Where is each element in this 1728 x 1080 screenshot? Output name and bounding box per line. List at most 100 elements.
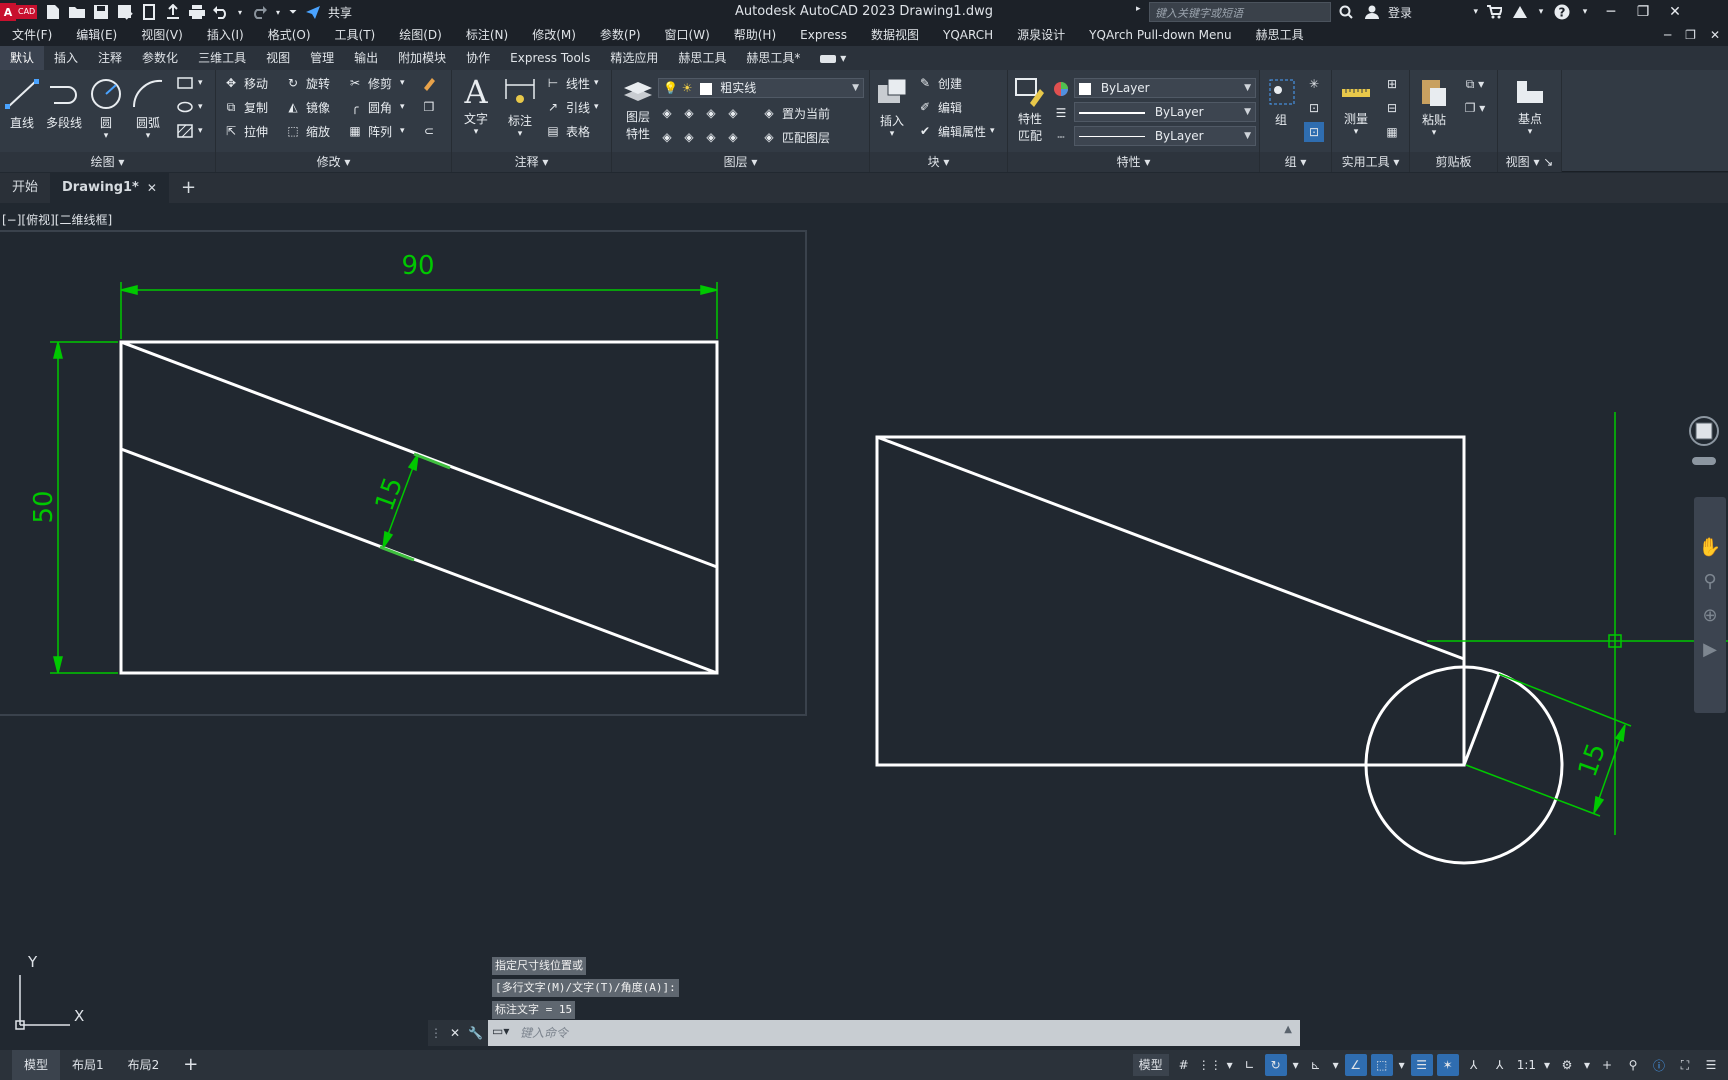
text-button[interactable]: A 文字 ▾ — [454, 73, 498, 137]
restore-icon[interactable]: ❐ — [1630, 2, 1656, 22]
layer-unlock-icon[interactable]: ◈ — [724, 128, 742, 146]
select-all-icon[interactable]: ⊟ — [1382, 98, 1402, 118]
tab-featured-apps[interactable]: 精选应用 — [600, 46, 668, 70]
tab-default[interactable]: 默认 — [0, 46, 45, 70]
dim-offset-right-text[interactable]: 15 — [1573, 740, 1613, 781]
rectangle-button[interactable]: ▾ — [176, 72, 203, 94]
scale-button[interactable]: ⬚ 缩放 — [284, 120, 330, 142]
tab-collaborate[interactable]: 协作 — [456, 46, 500, 70]
tab-hesi-tools-2[interactable]: 赫思工具* — [736, 46, 810, 70]
close-icon[interactable]: ✕ — [1662, 2, 1688, 22]
polar-icon[interactable]: ↻ — [1264, 1054, 1287, 1076]
tab-view[interactable]: 视图 — [256, 46, 300, 70]
isodraft-icon[interactable]: ⊾ — [1305, 1054, 1327, 1076]
layer-thaw-icon[interactable]: ◈ — [680, 128, 698, 146]
panel-utilities-label[interactable]: 实用工具 ▾ — [1332, 152, 1409, 172]
menu-format[interactable]: 格式(O) — [256, 24, 323, 46]
circle-button[interactable]: 圆 ▾ — [86, 76, 126, 141]
base-dropdown-icon[interactable]: ▾ — [1504, 127, 1556, 137]
viewcube[interactable] — [1688, 413, 1720, 469]
fillet-button[interactable]: ╭ 圆角 ▾ — [346, 96, 404, 118]
autodesk-dropdown-icon[interactable]: ▾ — [1536, 2, 1546, 22]
tab-parametric[interactable]: 参数化 — [132, 46, 188, 70]
panel-draw-label[interactable]: 绘图 ▾ — [0, 152, 215, 172]
layer-properties-button[interactable]: 图层 特性 — [616, 72, 660, 142]
help-dropdown-icon[interactable]: ▾ — [1578, 2, 1592, 22]
ortho-icon[interactable]: ∟ — [1239, 1054, 1261, 1076]
ungroup-icon[interactable]: ✳ — [1304, 74, 1324, 94]
tab-drawing1[interactable]: Drawing1* ✕ — [50, 173, 169, 203]
help-icon[interactable]: ? — [1552, 2, 1572, 22]
command-recent-icon[interactable]: ▲ — [1284, 1024, 1292, 1035]
customize-qat-icon[interactable]: ⏷ — [288, 3, 298, 21]
grid-icon[interactable]: # — [1173, 1054, 1195, 1076]
mirror-button[interactable]: ◭ 镜像 — [284, 96, 330, 118]
menu-help[interactable]: 帮助(H) — [722, 24, 788, 46]
polyline-button[interactable]: 多段线 — [42, 76, 86, 131]
dim-height-text[interactable]: 50 — [29, 490, 59, 523]
layout-tab-model[interactable]: 模型 — [12, 1050, 61, 1080]
scale-dropdown-icon[interactable]: ▾ — [1542, 1054, 1552, 1076]
group-button[interactable]: 组 — [1262, 74, 1300, 128]
save-icon[interactable] — [92, 3, 110, 21]
table-button[interactable]: ▤ 表格 — [544, 120, 590, 142]
tab-start[interactable]: 开始 — [0, 173, 50, 203]
line-button[interactable]: 直线 — [2, 76, 42, 131]
menu-view[interactable]: 视图(V) — [129, 24, 195, 46]
panel-clipboard-label[interactable]: 剪贴板 — [1410, 152, 1497, 172]
match-properties-button[interactable]: 特性 匹配 — [1010, 74, 1050, 144]
circle-radius-line[interactable] — [1462, 673, 1501, 766]
open-folder-icon[interactable] — [68, 3, 86, 21]
annotation-scale-label[interactable]: 1:1 — [1515, 1058, 1538, 1072]
undo-icon[interactable] — [212, 3, 230, 21]
arc-dropdown-icon[interactable]: ▾ — [128, 131, 168, 141]
explode-button[interactable]: ❒ — [420, 96, 442, 118]
dim-width-text[interactable]: 90 — [401, 251, 434, 281]
left-rectangle[interactable] — [119, 340, 719, 675]
tab-annotate[interactable]: 注释 — [88, 46, 132, 70]
linear-button[interactable]: ⊢ 线性 ▾ — [544, 72, 599, 94]
left-lower-diagonal[interactable] — [120, 447, 718, 675]
measure-button[interactable]: 测量 ▾ — [1334, 74, 1378, 137]
panel-layers-label[interactable]: 图层 ▾ — [612, 152, 869, 172]
workspace-gear-icon[interactable]: ⚙ — [1556, 1054, 1578, 1076]
dimension-dropdown-icon[interactable]: ▾ — [498, 129, 542, 139]
isodraft-dropdown-icon[interactable]: ▾ — [1331, 1054, 1341, 1076]
match-layer-button[interactable]: ◈ 匹配图层 — [760, 126, 830, 148]
arc-button[interactable]: 圆弧 ▾ — [128, 76, 168, 141]
tab-addins[interactable]: 附加模块 — [388, 46, 456, 70]
minimize-icon[interactable]: ─ — [1598, 2, 1624, 22]
transparency-icon[interactable]: ✶ — [1436, 1054, 1459, 1076]
layer-freeze-tool-icon[interactable]: ◈ — [702, 104, 720, 122]
text-dropdown-icon[interactable]: ▾ — [454, 127, 498, 137]
nav-steering-wheel-icon[interactable] — [1694, 497, 1726, 537]
leader-button[interactable]: ↗ 引线 ▾ — [544, 96, 599, 118]
search-icon[interactable] — [1336, 2, 1356, 22]
menu-yqarch[interactable]: YQARCH — [931, 24, 1005, 46]
command-customize-icon[interactable]: 🔧 — [468, 1026, 483, 1040]
menu-file[interactable]: 文件(F) — [0, 24, 64, 46]
tab-hesi-tools[interactable]: 赫思工具 — [668, 46, 736, 70]
panel-block-label[interactable]: 块 ▾ — [870, 152, 1007, 172]
autodesk-icon[interactable] — [1510, 2, 1530, 22]
tab-manage[interactable]: 管理 — [300, 46, 344, 70]
left-rectangle-figure[interactable] — [119, 340, 719, 675]
tab-close-icon[interactable]: ✕ — [147, 173, 157, 203]
nav-orbit-icon[interactable]: ⊕ — [1694, 605, 1726, 639]
copy-button[interactable]: ⧉ 复制 — [222, 96, 268, 118]
tab-output[interactable]: 输出 — [344, 46, 388, 70]
stretch-button[interactable]: ⇱ 拉伸 — [222, 120, 268, 142]
annotation-visibility-icon[interactable]: ⅄ — [1463, 1054, 1485, 1076]
layer-off-icon[interactable]: ◈ — [658, 104, 676, 122]
object-snap-icon[interactable]: ⬚ — [1370, 1054, 1393, 1076]
cut-clip-icon[interactable]: ❐ ▾ — [1460, 98, 1490, 118]
command-prompt-icon[interactable]: ▭▾ — [492, 1024, 516, 1042]
menu-insert[interactable]: 插入(I) — [195, 24, 256, 46]
model-space-label[interactable]: 模型 — [1132, 1054, 1169, 1076]
menu-window[interactable]: 窗口(W) — [653, 24, 722, 46]
ribbon-minimize-toggle[interactable]: ▾ — [810, 46, 856, 70]
menu-yuanquan[interactable]: 源泉设计 — [1005, 24, 1077, 46]
new-file-icon[interactable] — [44, 3, 62, 21]
command-grip-icon[interactable]: ⋮ — [430, 1026, 442, 1040]
print-icon[interactable] — [188, 3, 206, 21]
